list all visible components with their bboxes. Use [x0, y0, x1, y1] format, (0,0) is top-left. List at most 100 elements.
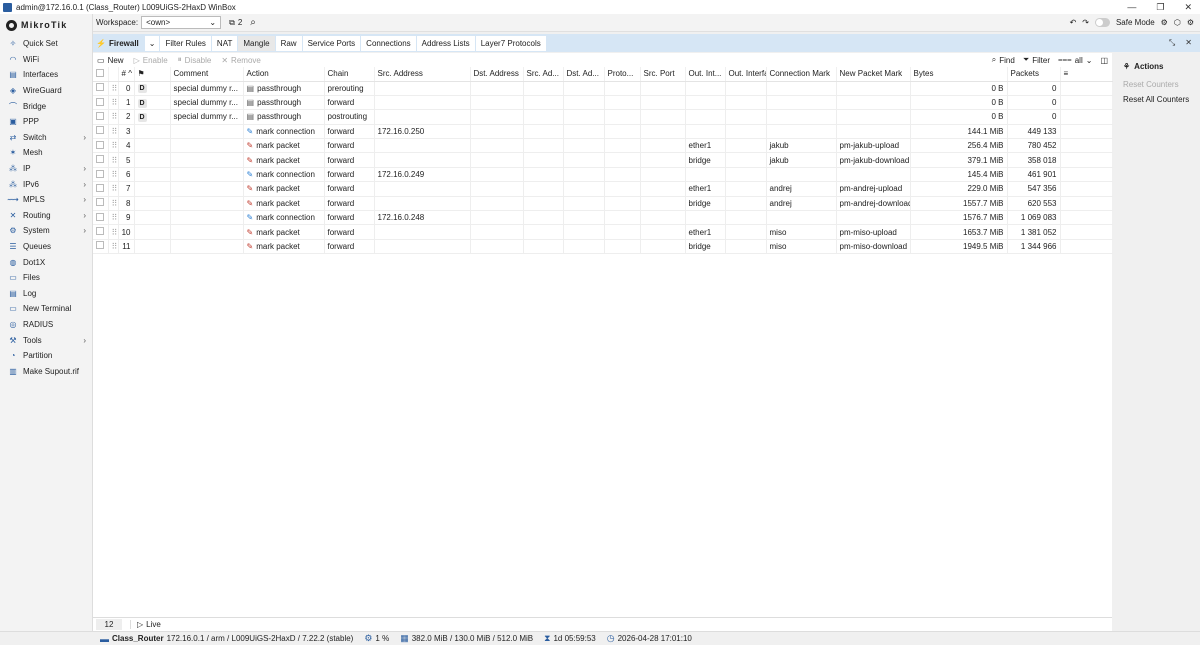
column-header[interactable]: Proto...: [604, 67, 641, 82]
sidebar-item-queues[interactable]: ☰ Queues: [0, 239, 92, 255]
column-header[interactable]: # ^: [118, 67, 135, 82]
drag-handle-icon[interactable]: ⠿: [112, 199, 118, 208]
tab-nat[interactable]: NAT: [211, 35, 238, 51]
row-checkbox[interactable]: [96, 183, 104, 192]
sidebar-item-new-terminal[interactable]: ▭ New Terminal: [0, 301, 92, 317]
sidebar-item-ppp[interactable]: ▣ PPP: [0, 114, 92, 130]
expand-icon[interactable]: ⤡: [1169, 38, 1175, 48]
table-row[interactable]: ⠿ 3 ✎ mark connection forward 172.16.0.250 144…: [93, 124, 1116, 140]
row-checkbox[interactable]: [96, 155, 104, 164]
new-button[interactable]: ▭ New: [97, 56, 124, 65]
sidebar-item-quick-set[interactable]: ✧ Quick Set: [0, 36, 92, 52]
sidebar-item-mesh[interactable]: ✶ Mesh: [0, 145, 92, 161]
close-icon[interactable]: ✕: [1184, 2, 1192, 13]
tab-connections[interactable]: Connections: [361, 35, 416, 51]
row-checkbox[interactable]: [96, 97, 104, 106]
enable-button[interactable]: ▷ Enable: [134, 56, 168, 65]
tab-filter-rules[interactable]: Filter Rules: [160, 35, 211, 51]
sidebar-item-wireguard[interactable]: ◈ WireGuard: [0, 83, 92, 99]
row-checkbox[interactable]: [96, 212, 104, 221]
search-icon[interactable]: ⌕: [250, 17, 256, 28]
maximize-icon[interactable]: ❐: [1156, 2, 1164, 13]
row-checkbox[interactable]: [96, 241, 104, 250]
reset-counters-button[interactable]: Reset Counters: [1123, 80, 1200, 89]
sidebar-item-system[interactable]: ⚙ System ›: [0, 223, 92, 239]
sidebar-item-routing[interactable]: ✕ Routing ›: [0, 208, 92, 224]
drag-handle-icon[interactable]: ⠿: [112, 170, 118, 179]
table-row[interactable]: ⠿ 7 ✎ mark packet forward ether1 andrej pm-andr…: [93, 181, 1116, 197]
column-header[interactable]: Src. Address: [374, 67, 471, 82]
table-row[interactable]: ⠿ 9 ✎ mark connection forward 172.16.0.248 157…: [93, 210, 1116, 226]
sidebar-item-tools[interactable]: ⚒ Tools ›: [0, 332, 92, 348]
drag-handle-icon[interactable]: ⠿: [112, 228, 118, 237]
column-header[interactable]: Action: [243, 67, 325, 82]
row-checkbox[interactable]: [96, 111, 104, 120]
sidebar-item-switch[interactable]: ⇄ Switch ›: [0, 130, 92, 146]
column-header[interactable]: Dst. Ad...: [563, 67, 605, 82]
column-header[interactable]: Src. Port: [640, 67, 686, 82]
sidebar-item-make-supout-rif[interactable]: ▥ Make Supout.rif: [0, 363, 92, 379]
sidebar-item-mpls[interactable]: ⟿ MPLS ›: [0, 192, 92, 208]
drag-handle-icon[interactable]: ⠿: [112, 84, 118, 93]
sidebar-item-ipv6[interactable]: ⁂ IPv6 ›: [0, 176, 92, 192]
windows-icon[interactable]: ⧉: [229, 18, 235, 28]
tab-service-ports[interactable]: Service Ports: [302, 35, 361, 51]
column-header[interactable]: Chain: [324, 67, 375, 82]
table-row[interactable]: ⠿ 5 ✎ mark packet forward bridge jakub pm-jakub…: [93, 152, 1116, 168]
drag-handle-icon[interactable]: ⠿: [112, 184, 118, 193]
close-tab-icon[interactable]: ✕: [1185, 38, 1192, 48]
table-row[interactable]: ⠿ 6 ✎ mark connection forward 172.16.0.249 145…: [93, 167, 1116, 183]
section-dropdown[interactable]: ⌄: [144, 35, 160, 51]
safe-mode-toggle[interactable]: [1094, 18, 1110, 27]
workspace-select[interactable]: <own> ⌄: [141, 16, 222, 29]
table-row[interactable]: ⠿ 1 Dspecial dummy r... ▤ passthrough forward…: [93, 95, 1116, 111]
column-header[interactable]: Dst. Address: [470, 67, 524, 82]
column-menu-icon[interactable]: ≡: [1064, 69, 1069, 78]
undo-icon[interactable]: ↶: [1070, 18, 1077, 27]
column-header[interactable]: Src. Ad...: [523, 67, 564, 82]
table-row[interactable]: ⠿ 2 Dspecial dummy r... ▤ passthrough postrou…: [93, 109, 1116, 125]
reset-all-counters-button[interactable]: Reset All Counters: [1123, 95, 1200, 104]
find-button[interactable]: ⌕ Find: [992, 55, 1015, 65]
column-header[interactable]: Packets: [1007, 67, 1061, 82]
tab-address-lists[interactable]: Address Lists: [416, 35, 475, 51]
table-row[interactable]: ⠿ 8 ✎ mark packet forward bridge andrej pm-andr…: [93, 196, 1116, 212]
column-layout-icon[interactable]: ◫: [1100, 56, 1108, 65]
sidebar-item-partition[interactable]: ◔ Partition: [0, 348, 92, 364]
drag-handle-icon[interactable]: ⠿: [112, 242, 118, 251]
column-header[interactable]: Connection Mark: [766, 67, 837, 82]
row-checkbox[interactable]: [96, 198, 104, 207]
tab-raw[interactable]: Raw: [275, 35, 302, 51]
disable-button[interactable]: ⏸ Disable: [178, 55, 212, 65]
drag-handle-icon[interactable]: ⠿: [112, 213, 118, 222]
drag-handle-icon[interactable]: ⠿: [112, 112, 118, 121]
sidebar-item-radius[interactable]: ◎ RADIUS: [0, 317, 92, 333]
row-checkbox[interactable]: [96, 169, 104, 178]
drag-handle-icon[interactable]: ⠿: [112, 127, 118, 136]
column-header[interactable]: New Packet Mark: [836, 67, 911, 82]
sidebar-item-bridge[interactable]: ⌒ Bridge: [0, 98, 92, 114]
gear-icon[interactable]: ⚙: [1187, 18, 1194, 27]
filter-scope-select[interactable]: ⩶ all ⌄: [1058, 55, 1092, 65]
package-icon[interactable]: ⬡: [1174, 18, 1181, 27]
minimize-icon[interactable]: —: [1127, 2, 1136, 12]
column-header[interactable]: Comment: [170, 67, 244, 82]
table-row[interactable]: ⠿ 11 ✎ mark packet forward bridge miso pm-miso-…: [93, 239, 1116, 255]
table-row[interactable]: ⠿ 10 ✎ mark packet forward ether1 miso pm-miso-…: [93, 224, 1116, 240]
filter-button[interactable]: ⏷ Filter: [1023, 55, 1050, 65]
sidebar-item-wifi[interactable]: ◠ WiFi: [0, 52, 92, 68]
settings-sliders-icon[interactable]: ⚙: [1161, 18, 1168, 27]
sidebar-item-log[interactable]: ▤ Log: [0, 286, 92, 302]
sidebar-item-ip[interactable]: ⁂ IP ›: [0, 161, 92, 177]
sidebar-item-dot1x[interactable]: ◍ Dot1X: [0, 254, 92, 270]
sidebar-item-files[interactable]: ▭ Files: [0, 270, 92, 286]
remove-button[interactable]: ✕ Remove: [221, 56, 261, 65]
live-button[interactable]: ▷ Live: [130, 620, 161, 629]
redo-icon[interactable]: ↷: [1082, 18, 1089, 27]
drag-handle-icon[interactable]: ⠿: [112, 141, 118, 150]
row-checkbox[interactable]: [96, 140, 104, 149]
table-row[interactable]: ⠿ 4 ✎ mark packet forward ether1 jakub pm-jakub…: [93, 138, 1116, 154]
tab-layer7-protocols[interactable]: Layer7 Protocols: [475, 35, 546, 51]
select-all-checkbox[interactable]: [96, 68, 104, 77]
drag-handle-icon[interactable]: ⠿: [112, 98, 118, 107]
